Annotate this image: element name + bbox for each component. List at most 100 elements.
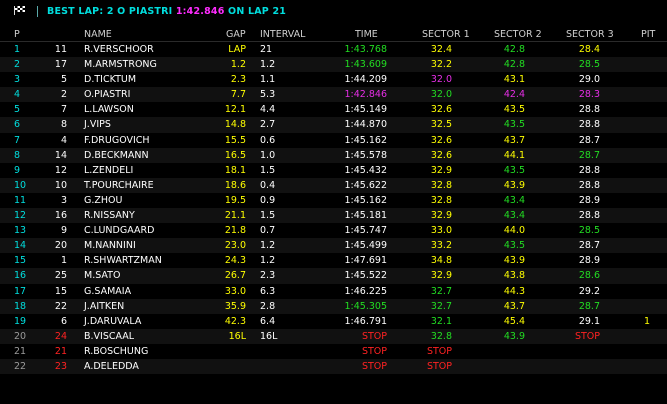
gap-cell: 15.5 [224,134,246,146]
table-row[interactable]: 17 15 G.SAMAIA 33.0 6.3 1:46.225 32.7 44.3 29.2 [0,284,667,299]
sector-2-cell: 43.4 [503,194,525,206]
sector-3-cell: 28.3 [578,89,600,101]
interval-cell: 5.3 [260,89,276,101]
driver-name-cell: J.AITKEN [84,300,125,312]
driver-name-cell: M.ARMSTRONG [84,59,157,71]
gap-cell: 35.9 [224,300,246,312]
lap-time-cell: 1:45.747 [344,225,388,237]
car-number-cell: 10 [54,179,67,191]
sector-3-cell: 28.9 [578,194,600,206]
sector-3-cell: 29.1 [578,315,600,327]
table-row[interactable]: 2 17 M.ARMSTRONG 1.2 1.2 1:43.609 32.2 42.8 28.5 [0,57,667,73]
lap-time-cell: 1:45.181 [344,210,388,222]
sector-3-cell: 28.5 [578,225,600,237]
driver-name-cell: L.LAWSON [84,104,134,116]
sector-2-cell: 43.5 [503,240,525,252]
position-cell: 5 [14,104,21,116]
sector-2-cell: 43.7 [503,134,525,146]
table-row[interactable]: 14 20 M.NANNINI 23.0 1.2 1:45.499 33.2 43.5 28.7 [0,238,667,254]
position-cell: 12 [14,210,27,222]
table-row[interactable]: 18 22 J.AITKEN 35.9 2.8 1:45.305 32.7 43.7 28.7 [0,298,667,314]
position-cell: 19 [14,315,27,327]
sector-2-cell: 43.7 [503,300,525,312]
sector-3-cell: 28.7 [578,300,600,312]
header-sector-1[interactable]: SECTOR 1 [422,29,470,40]
sector-3-cell: 28.8 [578,164,600,176]
driver-name-cell: M.SATO [84,270,121,282]
gap-cell: 7.7 [230,89,246,101]
gap-cell: 18.1 [224,164,246,176]
table-row[interactable]: 6 8 J.VIPS 14.8 2.7 1:44.870 32.5 43.5 28.8 [0,117,667,133]
sector-1-cell: 32.0 [430,89,452,101]
sector-3-cell: 28.8 [578,179,600,191]
lap-time-cell: 1:45.522 [344,270,388,282]
car-number-cell: 3 [60,194,67,206]
sector-2-cell: 42.4 [503,89,525,101]
interval-cell: 0.7 [260,225,276,237]
sector-3-cell: 28.4 [578,44,600,55]
table-row[interactable]: 5 7 L.LAWSON 12.1 4.4 1:45.149 32.6 43.5 28.8 [0,102,667,117]
lap-time-cell: STOP [361,345,387,357]
sector-2-cell: 43.5 [503,164,525,176]
sector-3-cell: 28.7 [578,134,600,146]
position-cell: 1 [14,44,21,55]
position-cell: 20 [14,330,27,342]
sector-3-cell: 29.0 [578,74,600,86]
table-row[interactable]: 21 21 R.BOSCHUNG STOP STOP [0,344,667,359]
table-row[interactable]: 11 3 G.ZHOU 19.5 0.9 1:45.162 32.8 43.4 28.9 [0,193,667,208]
header-pit[interactable]: PIT [641,29,655,40]
header-name[interactable]: NAME [84,29,112,40]
sector-1-cell: 32.9 [430,164,452,176]
sector-1-cell: 33.0 [430,225,452,237]
driver-name-cell: A.DELEDDA [84,360,139,372]
sector-1-cell: 32.9 [430,210,452,222]
best-lap-time: 1:42.846 [175,6,225,17]
gap-cell: 16L [228,330,246,342]
table-row[interactable]: 8 14 D.BECKMANN 16.5 1.0 1:45.578 32.6 44.1 28.7 [0,147,667,163]
table-row[interactable]: 7 4 F.DRUGOVICH 15.5 0.6 1:45.162 32.6 43.7 28.7 [0,133,667,148]
table-row[interactable]: 9 12 L.ZENDELI 18.1 1.5 1:45.432 32.9 43.5 28.8 [0,163,667,178]
interval-cell: 21 [260,44,273,55]
header-sector-3[interactable]: SECTOR 3 [566,29,614,40]
table-row[interactable]: 1 11 R.VERSCHOOR LAP 21 1:43.768 32.4 42.8 28.4 [0,42,667,57]
table-row[interactable]: 3 5 D.TICKTUM 2.3 1.1 1:44.209 32.0 43.1 29.0 [0,72,667,87]
table-row[interactable]: 19 6 J.DARUVALA 42.3 6.4 1:46.791 32.1 45.4 29.1… [0,314,667,329]
driver-name-cell: D.TICKTUM [84,74,137,86]
table-row[interactable]: 4 2 O.PIASTRI 7.7 5.3 1:42.846 32.0 42.4 28.3 [0,87,667,103]
lap-time-cell: 1:47.691 [344,255,388,267]
gap-cell: 26.7 [224,270,246,282]
driver-name-cell: L.ZENDELI [84,164,134,176]
position-cell: 22 [14,360,27,372]
position-cell: 2 [14,59,21,71]
table-row[interactable]: 12 16 R.NISSANY 21.1 1.5 1:45.181 32.9 43.4 28.8 [0,208,667,224]
interval-cell: 1.2 [260,59,276,71]
car-number-cell: 14 [54,149,67,161]
header-time[interactable]: TIME [355,29,378,40]
sector-3-cell: 28.8 [578,210,600,222]
lap-time-cell: 1:45.578 [344,149,388,161]
position-cell: 6 [14,119,21,131]
best-lap-prefix: BEST LAP: 2 O PIASTRI [47,6,173,17]
header-gap[interactable]: GAP [226,29,246,40]
table-row[interactable]: 15 1 R.SHWARTZMAN 24.3 1.2 1:47.691 34.8 43.9 28… [0,253,667,268]
table-row[interactable]: 22 23 A.DELEDDA STOP STOP [0,358,667,375]
table-row[interactable]: 20 24 B.VISCAAL 16L 16L STOP 32.8 43.9 STOP [0,328,667,344]
gap-cell: 21.8 [224,225,246,237]
table-row[interactable]: 16 25 M.SATO 26.7 2.3 1:45.522 32.9 43.8 28.6 [0,268,667,284]
car-number-cell: 5 [60,74,67,86]
sector-2-cell: 43.5 [503,119,525,131]
gap-cell: 33.0 [224,285,246,297]
table-row[interactable]: 13 9 C.LUNDGAARD 21.8 0.7 1:45.747 33.0 44.0 28.… [0,223,667,238]
sector-1-cell: 32.7 [430,285,452,297]
car-number-cell: 7 [60,104,67,116]
timing-table: 1 11 R.VERSCHOOR LAP 21 1:43.768 32.4 42.8 28.4 2… [0,42,667,375]
header-sector-2[interactable]: SECTOR 2 [494,29,542,40]
lap-time-cell: 1:45.162 [344,194,388,206]
interval-cell: 0.6 [260,134,276,146]
gap-cell: 18.6 [224,179,246,191]
table-row[interactable]: 10 10 T.POURCHAIRE 18.6 0.4 1:45.622 32.8 43.9 2… [0,177,667,193]
interval-cell: 0.9 [260,194,276,206]
header-position[interactable]: P [14,29,20,40]
header-interval[interactable]: INTERVAL [260,29,305,40]
sector-3-cell: 28.7 [578,240,600,252]
